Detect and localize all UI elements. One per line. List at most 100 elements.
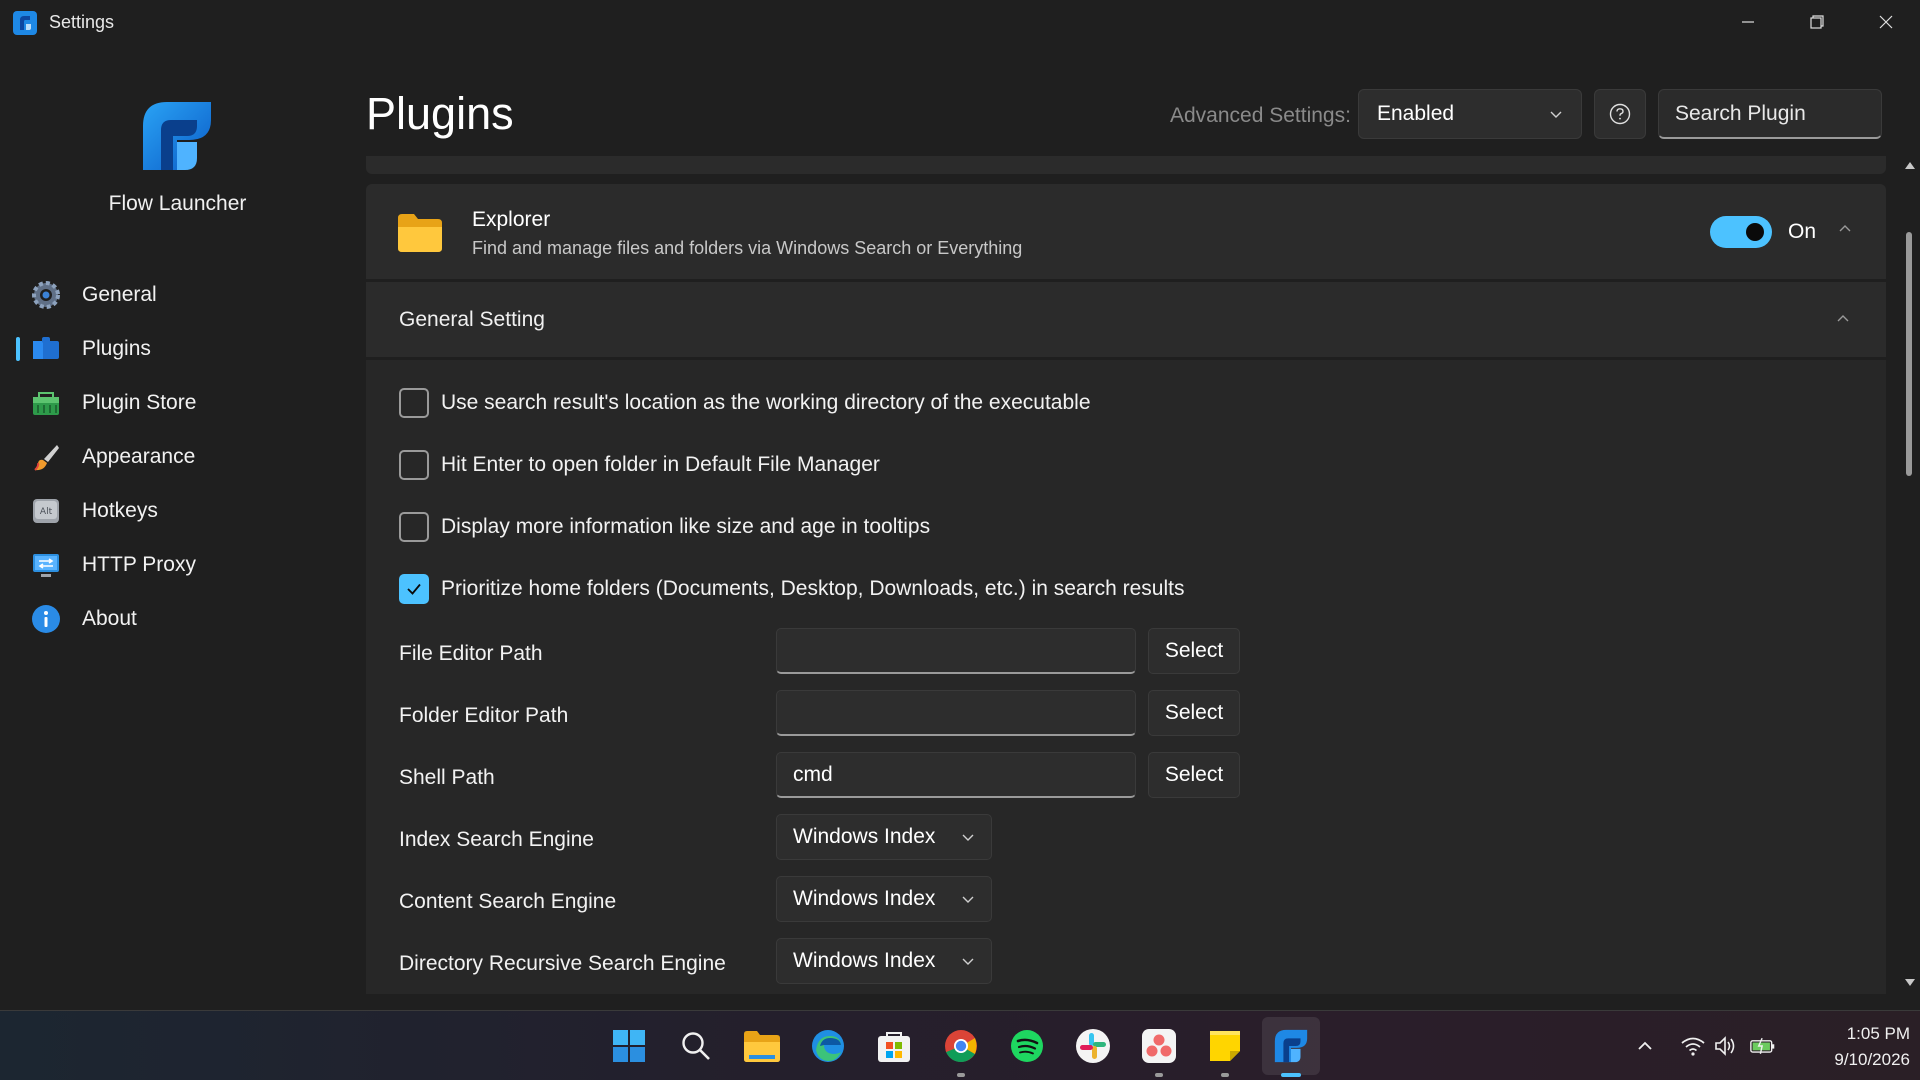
flow-launcher-logo xyxy=(143,102,211,170)
sidebar-item-hotkeys[interactable]: Alt Hotkeys xyxy=(0,484,355,538)
info-icon xyxy=(30,603,62,635)
close-icon xyxy=(1879,15,1893,29)
checkbox[interactable] xyxy=(399,512,429,542)
index-search-engine-dropdown[interactable]: Windows Index xyxy=(776,814,992,860)
chevron-up-icon xyxy=(1638,1041,1652,1050)
scroll-down-arrow-icon[interactable] xyxy=(1904,978,1916,988)
sidebar-item-label: Plugins xyxy=(82,337,151,360)
folder-editor-path-label: Folder Editor Path xyxy=(399,704,569,727)
taskbar-spotify[interactable] xyxy=(1007,1026,1047,1066)
running-indicator xyxy=(1155,1073,1163,1077)
taskbar-sticky-notes[interactable] xyxy=(1205,1026,1245,1066)
chevron-up-icon xyxy=(1837,315,1849,322)
minimize-button[interactable] xyxy=(1714,0,1782,44)
running-indicator xyxy=(1221,1073,1229,1077)
search-plugin-input[interactable]: Search Plugin xyxy=(1658,89,1882,139)
minimize-icon xyxy=(1742,21,1754,23)
microsoft-store-icon xyxy=(878,1032,910,1062)
restore-button[interactable] xyxy=(1783,0,1851,44)
file-editor-path-label: File Editor Path xyxy=(399,642,543,665)
plugin-description: Find and manage files and folders via Wi… xyxy=(472,238,1023,258)
close-button[interactable] xyxy=(1852,0,1920,44)
active-app-indicator xyxy=(1281,1073,1301,1077)
sidebar-item-plugins[interactable]: Plugins xyxy=(0,322,355,376)
battery-status[interactable] xyxy=(1750,1033,1776,1059)
dropdown-value: Windows Index xyxy=(793,825,936,848)
sidebar-item-appearance[interactable]: Appearance xyxy=(0,430,355,484)
directory-recursive-search-engine-dropdown[interactable]: Windows Index xyxy=(776,938,992,984)
shell-path-input[interactable]: cmd xyxy=(776,752,1136,798)
clock-time: 1:05 PM xyxy=(1846,1024,1910,1043)
section-title: General Setting xyxy=(399,308,545,331)
taskbar-microsoft-store[interactable] xyxy=(874,1026,914,1066)
sidebar-item-general[interactable]: General xyxy=(0,268,355,322)
plugin-card-explorer[interactable]: Explorer Find and manage files and folde… xyxy=(366,184,1886,280)
sidebar-item-label: Plugin Store xyxy=(82,391,197,414)
folder-editor-select-button[interactable]: Select xyxy=(1148,690,1240,736)
taskbar-flow-launcher[interactable] xyxy=(1262,1017,1320,1075)
taskbar-asana[interactable] xyxy=(1139,1026,1179,1066)
general-setting-header[interactable]: General Setting xyxy=(366,282,1886,358)
checkbox-row-tooltips[interactable]: Display more information like size and a… xyxy=(399,512,930,542)
wifi-status[interactable] xyxy=(1680,1033,1706,1059)
taskbar-slack[interactable] xyxy=(1073,1026,1113,1066)
folder-editor-path-input[interactable] xyxy=(776,690,1136,736)
plugin-enabled-toggle[interactable] xyxy=(1710,216,1772,248)
chevron-down-icon xyxy=(1550,111,1562,118)
directory-recursive-search-engine-label: Directory Recursive Search Engine xyxy=(399,952,726,975)
search-plugin-placeholder: Search Plugin xyxy=(1675,101,1806,125)
window-title: Settings xyxy=(49,12,115,32)
checkbox-label: Prioritize home folders (Documents, Desk… xyxy=(441,577,1185,600)
clock-date: 9/10/2026 xyxy=(1834,1050,1910,1069)
checkbox-label: Use search result's location as the work… xyxy=(441,391,1091,414)
advanced-settings-dropdown[interactable]: Enabled xyxy=(1358,89,1582,139)
taskbar-search-button[interactable] xyxy=(676,1026,716,1066)
help-button[interactable] xyxy=(1594,89,1646,139)
brand-name: Flow Launcher xyxy=(108,192,247,215)
checkbox[interactable] xyxy=(399,388,429,418)
sidebar-item-label: HTTP Proxy xyxy=(82,553,196,576)
checkbox-checked[interactable] xyxy=(399,574,429,604)
sidebar: Flow Launcher General Plugins Plugin Sto… xyxy=(0,44,355,1010)
sidebar-item-http-proxy[interactable]: HTTP Proxy xyxy=(0,538,355,592)
sidebar-nav: General Plugins Plugin Store Appearance … xyxy=(0,268,355,646)
content-search-engine-dropdown[interactable]: Windows Index xyxy=(776,876,992,922)
shell-path-select-button[interactable]: Select xyxy=(1148,752,1240,798)
checkbox-row-working-directory[interactable]: Use search result's location as the work… xyxy=(399,388,1091,418)
toggle-label: On xyxy=(1788,220,1817,243)
taskbar-edge[interactable] xyxy=(808,1026,848,1066)
chevron-up-icon[interactable] xyxy=(1836,220,1854,238)
advanced-settings-label: Advanced Settings: xyxy=(1170,104,1351,127)
file-editor-path-input[interactable] xyxy=(776,628,1136,674)
svg-text:Alt: Alt xyxy=(40,507,53,517)
file-editor-select-button[interactable]: Select xyxy=(1148,628,1240,674)
sidebar-item-about[interactable]: About xyxy=(0,592,355,646)
chrome-browser-icon xyxy=(945,1030,977,1062)
sidebar-item-plugin-store[interactable]: Plugin Store xyxy=(0,376,355,430)
dropdown-value: Windows Index xyxy=(793,887,936,910)
page-title: Plugins xyxy=(366,88,514,139)
taskbar-file-explorer[interactable] xyxy=(742,1026,782,1066)
sidebar-item-label: About xyxy=(82,607,137,630)
checkbox[interactable] xyxy=(399,450,429,480)
taskbar-chrome[interactable] xyxy=(941,1026,981,1066)
file-explorer-icon xyxy=(744,1031,780,1062)
volume-control[interactable] xyxy=(1714,1033,1740,1059)
vertical-scrollbar[interactable] xyxy=(1900,156,1920,994)
help-icon xyxy=(1609,103,1631,125)
start-button[interactable] xyxy=(609,1026,649,1066)
plugin-list: Explorer Find and manage files and folde… xyxy=(366,156,1886,994)
asana-icon xyxy=(1142,1029,1176,1063)
index-search-engine-label: Index Search Engine xyxy=(399,828,594,851)
scrollbar-thumb[interactable] xyxy=(1906,232,1912,476)
sidebar-item-label: General xyxy=(82,283,157,306)
shell-path-label: Shell Path xyxy=(399,766,495,789)
show-hidden-icons-button[interactable] xyxy=(1632,1033,1658,1059)
scroll-up-arrow-icon[interactable] xyxy=(1904,160,1916,170)
title-bar: Settings xyxy=(0,0,1920,44)
checkbox-row-prioritize-home[interactable]: Prioritize home folders (Documents, Desk… xyxy=(399,574,1184,604)
sticky-notes-icon xyxy=(1210,1031,1240,1061)
system-clock[interactable]: 1:05 PM 9/10/2026 xyxy=(1800,1021,1910,1073)
content-search-engine-label: Content Search Engine xyxy=(399,890,617,913)
checkbox-row-open-folder[interactable]: Hit Enter to open folder in Default File… xyxy=(399,450,880,480)
